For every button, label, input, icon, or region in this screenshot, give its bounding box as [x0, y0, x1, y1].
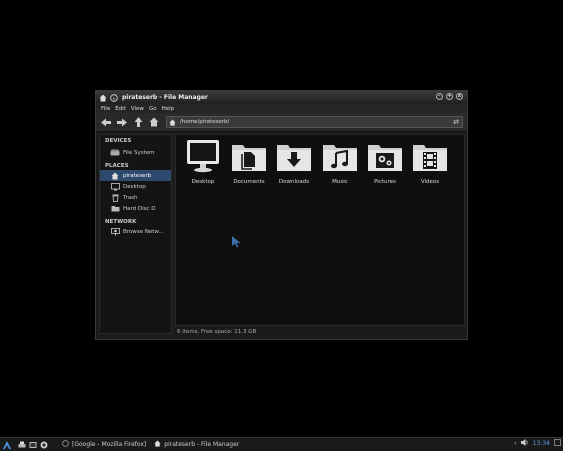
chevron-right-icon[interactable]: ›: [514, 440, 516, 447]
location-path[interactable]: /home/pirateserb/: [180, 119, 229, 125]
folder-downloads[interactable]: Downloads: [272, 139, 316, 185]
sidebar-item-pirateserb[interactable]: pirateserb: [100, 170, 171, 181]
toolbar: /home/pirateserb/ ⇄: [96, 113, 467, 132]
sidebar: DEVICES File System PLACES pirateserb De…: [99, 134, 172, 334]
disk-icon: [110, 205, 120, 213]
folder-videos[interactable]: Videos: [408, 139, 452, 185]
minimize-button[interactable]: -: [436, 93, 443, 100]
up-button[interactable]: [132, 116, 144, 128]
system-tray: › 13:34: [514, 439, 561, 448]
sidebar-item-label: pirateserb: [123, 172, 152, 179]
sidebar-item-label: Trash: [123, 194, 138, 201]
home-icon: [99, 94, 107, 102]
folder-documents[interactable]: Documents: [227, 139, 271, 185]
folder-pictures[interactable]: Pictures: [363, 139, 407, 185]
pictures-icon: [368, 145, 402, 171]
taskbar-item-label: [Google - Mozilla Firefox]: [72, 441, 147, 448]
documents-icon: [232, 145, 266, 171]
folder-label: Desktop: [191, 179, 215, 185]
folder-label: Videos: [420, 179, 440, 185]
info-icon[interactable]: [110, 93, 118, 102]
desktop-icon: [110, 182, 120, 191]
folder-desktop[interactable]: Desktop: [181, 139, 225, 185]
drive-icon: [110, 149, 120, 157]
back-button[interactable]: [100, 116, 112, 128]
menu-edit[interactable]: Edit: [115, 106, 126, 112]
videos-icon: [413, 145, 447, 171]
desktop-toggle-icon[interactable]: [554, 439, 561, 448]
reload-icon[interactable]: ⇄: [453, 118, 459, 126]
sidebar-item-trash[interactable]: Trash: [100, 192, 171, 203]
taskbar: [Google - Mozilla Firefox] pirateserb - …: [0, 437, 563, 451]
printer-icon[interactable]: [17, 440, 26, 449]
window-title: pirateserb - File Manager: [122, 94, 208, 101]
network-icon: [110, 227, 120, 236]
forward-button[interactable]: [116, 116, 128, 128]
menu-view[interactable]: View: [131, 106, 144, 112]
arrow-up-icon: [134, 117, 142, 127]
file-manager-window: pirateserb - File Manager - + x File Edi…: [95, 90, 468, 340]
sidebar-item-file-system[interactable]: File System: [100, 147, 171, 158]
sidebar-item-label: Desktop: [123, 183, 146, 190]
location-bar[interactable]: /home/pirateserb/ ⇄: [166, 116, 463, 128]
mouse-cursor-icon: [232, 236, 241, 248]
sidebar-item-hard-disc-d[interactable]: Hard Disc D: [100, 203, 171, 214]
home-icon: [169, 118, 177, 126]
browser-icon[interactable]: [39, 440, 48, 449]
menu-file[interactable]: File: [101, 106, 110, 112]
status-text: 6 items, Free space: 11.3 GB: [177, 329, 257, 335]
home-icon: [154, 440, 161, 449]
menu-bar: File Edit View Go Help: [96, 104, 467, 113]
network-heading: NETWORK: [105, 219, 137, 225]
firefox-icon: [62, 440, 69, 449]
status-bar: 6 items, Free space: 11.3 GB: [175, 327, 465, 337]
download-icon: [277, 145, 311, 171]
home-icon: [110, 172, 120, 180]
folder-label: Downloads: [278, 179, 310, 185]
folder-label: Pictures: [374, 179, 396, 185]
trash-icon: [110, 194, 120, 202]
clock[interactable]: 13:34: [533, 440, 550, 447]
folder-label: Documents: [233, 179, 265, 185]
folder-label: Music: [332, 179, 348, 185]
taskbar-item-label: pirateserb - File Manager: [164, 441, 240, 448]
taskbar-item-firefox[interactable]: [Google - Mozilla Firefox]: [62, 440, 146, 449]
start-menu-icon[interactable]: [2, 440, 11, 449]
devices-heading: DEVICES: [105, 138, 132, 144]
home-button[interactable]: [148, 116, 160, 128]
maximize-button[interactable]: +: [446, 93, 453, 100]
arrow-right-icon: [117, 118, 127, 126]
taskbar-item-file-manager[interactable]: pirateserb - File Manager: [154, 440, 239, 449]
arrow-left-icon: [101, 118, 111, 126]
music-icon: [323, 145, 357, 171]
close-button[interactable]: x: [456, 93, 463, 100]
sidebar-item-label: Browse Netw...: [123, 228, 164, 235]
home-icon: [149, 117, 159, 127]
menu-go[interactable]: Go: [149, 106, 157, 112]
places-heading: PLACES: [105, 163, 129, 169]
folder-music[interactable]: Music: [318, 139, 362, 185]
sidebar-item-label: File System: [123, 149, 155, 156]
menu-help[interactable]: Help: [162, 106, 175, 112]
monitor-icon: [187, 140, 219, 173]
sidebar-item-browse-network[interactable]: Browse Netw...: [100, 226, 171, 237]
terminal-icon[interactable]: [28, 440, 37, 449]
volume-icon[interactable]: [520, 439, 529, 448]
title-bar[interactable]: pirateserb - File Manager - + x: [96, 91, 467, 104]
sidebar-item-label: Hard Disc D: [123, 205, 156, 212]
file-view[interactable]: Desktop Documents Downloads Music Pictur…: [175, 134, 465, 326]
sidebar-item-desktop[interactable]: Desktop: [100, 181, 171, 192]
